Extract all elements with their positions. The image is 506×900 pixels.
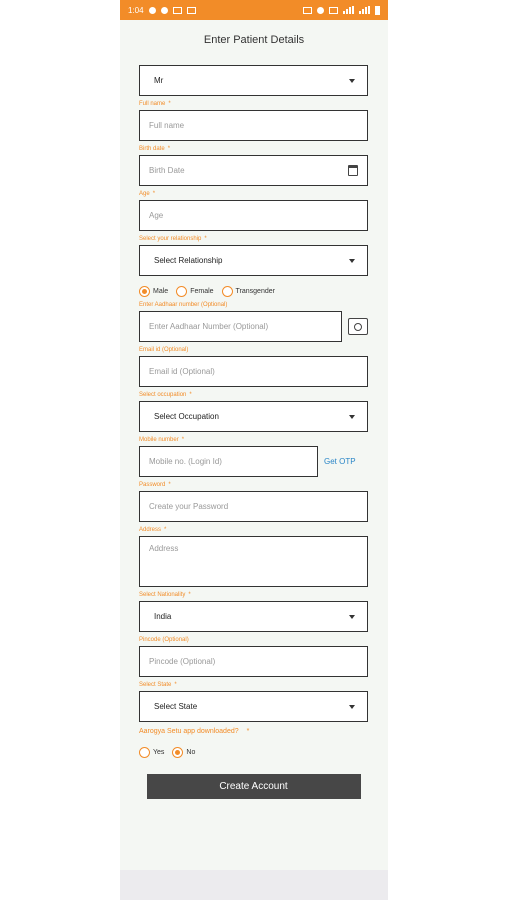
radio-icon[interactable] (221, 285, 233, 297)
message-icon (172, 6, 182, 14)
full-name-input[interactable]: Full name (139, 110, 368, 141)
patient-form: Mr Full name * Full name Birth date * Birt… (120, 50, 388, 799)
radio-icon[interactable] (176, 285, 188, 297)
aarogya-question: Aarogya Setu app downloaded? * (139, 728, 250, 735)
radio-selected-icon[interactable] (139, 285, 150, 297)
notification-icon (148, 6, 156, 14)
birth-date-input[interactable]: Birth Date (139, 155, 368, 186)
calendar-icon (186, 6, 196, 14)
salutation-select[interactable]: Mr (139, 65, 368, 96)
aarogya-yes[interactable]: Yes (139, 746, 164, 758)
chevron-down-icon (349, 704, 355, 709)
mobile-label: Mobile number * (139, 437, 185, 443)
salutation-value: Mr (154, 76, 164, 85)
state-label: Select State * (139, 682, 177, 688)
get-otp-link[interactable]: Get OTP (324, 457, 356, 466)
gender-male[interactable]: Male (139, 285, 168, 297)
nationality-label: Select Nationality * (139, 592, 191, 598)
full-name-label: Full name * (139, 101, 171, 107)
gender-transgender[interactable]: Transgender (221, 285, 275, 297)
gender-female[interactable]: Female (176, 285, 214, 297)
relationship-select[interactable]: Select Relationship (139, 245, 368, 276)
email-label: Email id (Optional) (139, 347, 189, 353)
aarogya-radio-group: Yes No (139, 744, 368, 760)
network-icon (329, 6, 338, 14)
gender-radio-group: Male Female Transgender (139, 283, 368, 299)
occupation-label: Select occupation * (139, 392, 192, 398)
chevron-down-icon (349, 258, 355, 263)
email-input[interactable]: Email id (Optional) (139, 356, 368, 387)
pincode-label: Pincode (Optional) (139, 637, 189, 643)
radio-icon[interactable] (139, 746, 150, 758)
chevron-down-icon (349, 414, 355, 419)
state-select[interactable]: Select State (139, 691, 368, 722)
signal-icon (343, 6, 354, 14)
pincode-input[interactable]: Pincode (Optional) (139, 646, 368, 677)
location-icon (317, 6, 324, 14)
bottom-area (120, 870, 388, 900)
password-label: Password * (139, 482, 171, 488)
birth-date-label: Birth date * (139, 146, 171, 152)
calendar-icon[interactable] (348, 165, 358, 176)
address-label: Address * (139, 527, 167, 533)
phone-screen: 1:04 Enter Patient Details Mr Full name *… (120, 0, 388, 900)
create-account-button[interactable]: Create Account (146, 774, 361, 799)
status-time: 1:04 (128, 5, 144, 15)
volte-icon (303, 6, 312, 14)
occupation-select[interactable]: Select Occupation (139, 401, 368, 432)
age-input[interactable]: Age (139, 200, 368, 231)
app-icon (160, 6, 168, 14)
chevron-down-icon (349, 78, 355, 83)
page-title: Enter Patient Details (203, 34, 305, 46)
camera-icon[interactable] (348, 318, 368, 335)
age-label: Age * (139, 191, 156, 197)
mobile-input[interactable]: Mobile no. (Login Id) (139, 446, 318, 477)
aarogya-no[interactable]: No (172, 746, 195, 758)
battery-icon (375, 5, 380, 15)
password-input[interactable]: Create your Password (139, 491, 368, 522)
nationality-select[interactable]: India (139, 601, 368, 632)
radio-selected-icon[interactable] (172, 746, 184, 758)
address-input[interactable]: Address (139, 536, 368, 587)
chevron-down-icon (349, 614, 355, 619)
aadhaar-input[interactable]: Enter Aadhaar Number (Optional) (139, 311, 342, 342)
aadhaar-label: Enter Aadhaar number (Optional) (139, 302, 228, 308)
relationship-label: Select your relationship * (139, 236, 207, 242)
signal-icon-2 (359, 6, 370, 14)
status-bar: 1:04 (120, 0, 388, 20)
